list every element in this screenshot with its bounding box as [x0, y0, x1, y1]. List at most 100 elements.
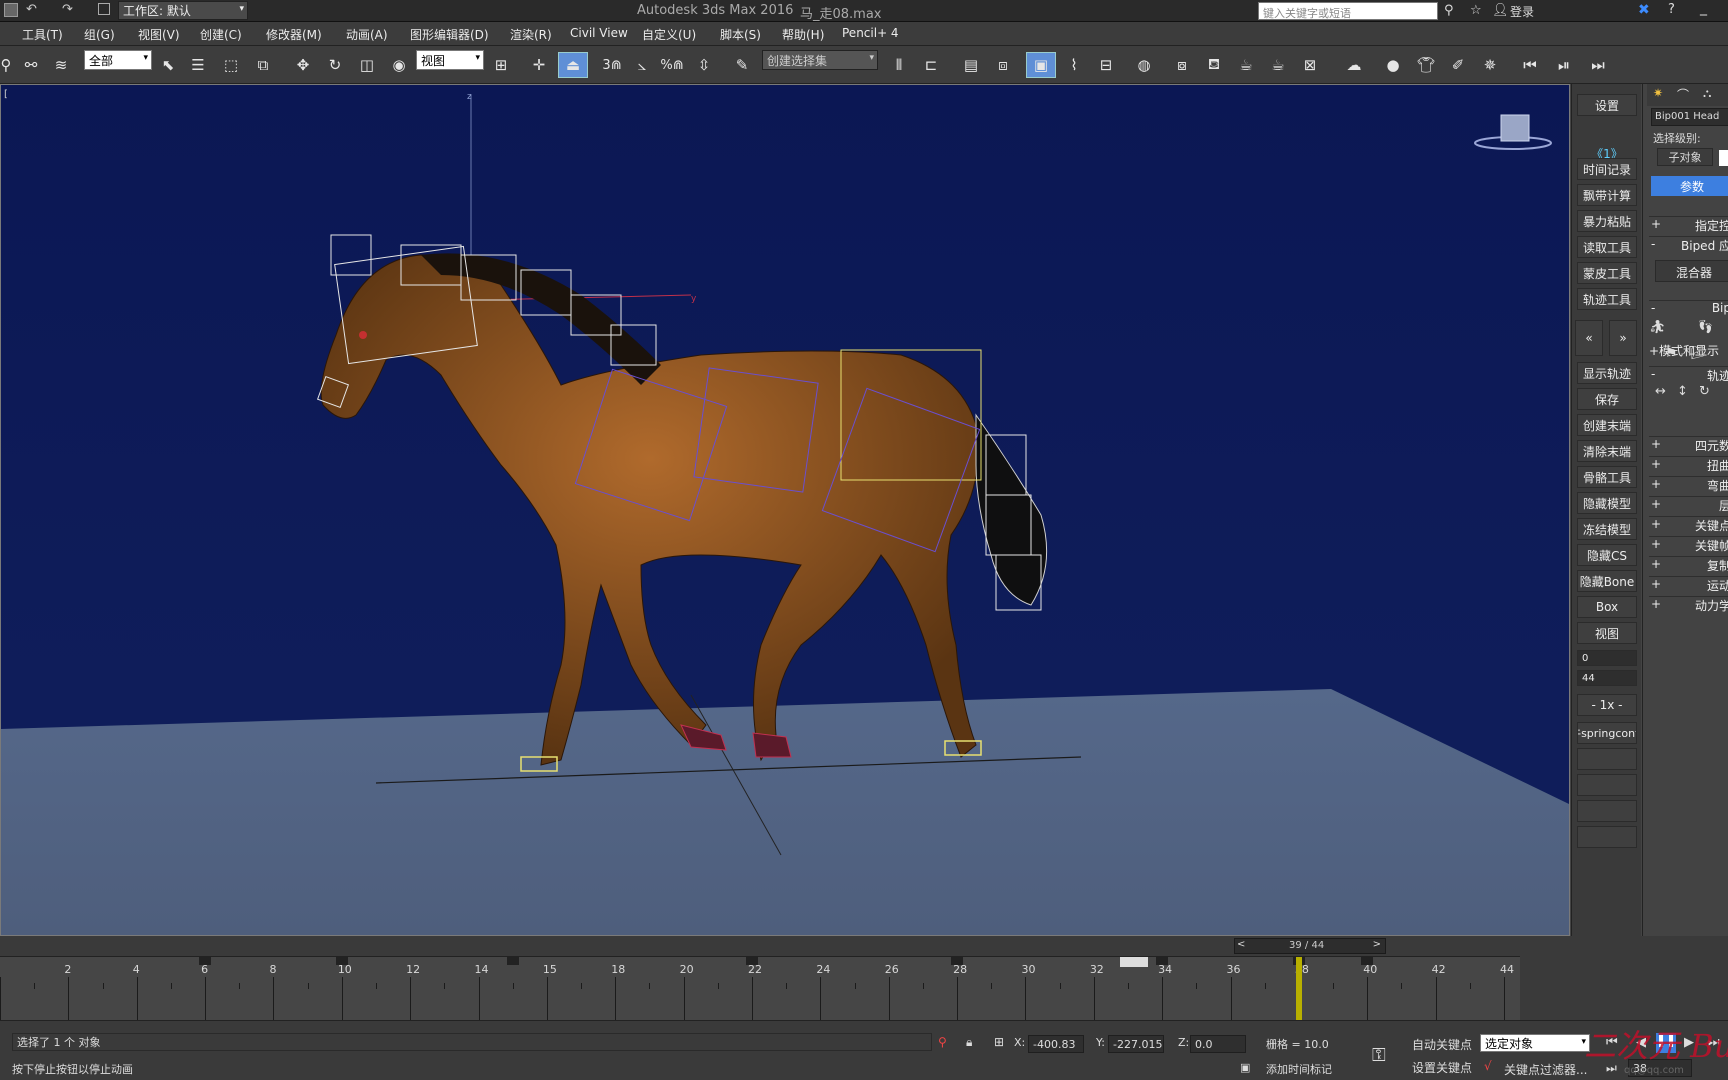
- biped-tool-button[interactable]: 蒙皮工具: [1577, 262, 1637, 284]
- edit-named-selection-icon[interactable]: ✎: [728, 52, 756, 78]
- schematic-view-icon[interactable]: ⊟: [1092, 52, 1120, 78]
- render-icon[interactable]: ☕︎: [1232, 52, 1260, 78]
- workspace-dropdown[interactable]: 工作区: 默认 ▾: [118, 1, 248, 20]
- auto-key-button[interactable]: 自动关键点: [1412, 1036, 1472, 1053]
- redo-icon[interactable]: ↷: [62, 2, 73, 17]
- rollout-row[interactable]: - Bip: [1649, 300, 1728, 316]
- set-key-icon[interactable]: ⚿: [1372, 1045, 1386, 1066]
- move-icon[interactable]: ✥: [288, 52, 318, 78]
- biped-tool-button[interactable]: 隐藏模型: [1577, 492, 1637, 514]
- biped-tool-button[interactable]: 暴力粘贴: [1577, 210, 1637, 232]
- biped-empty-slot[interactable]: [1577, 826, 1637, 848]
- biped-tool-button[interactable]: 设置: [1577, 94, 1637, 116]
- biped-tool-button[interactable]: 牛springcontr: [1577, 722, 1637, 744]
- absolute-mode-icon[interactable]: ⊞: [994, 1035, 1004, 1049]
- biped-tool-button[interactable]: 冻结模型: [1577, 518, 1637, 540]
- biped-tool-button[interactable]: 0: [1577, 650, 1637, 666]
- add-time-tag[interactable]: 添加时间标记: [1266, 1061, 1332, 1077]
- rollout-row[interactable]: + 四元数: [1649, 436, 1728, 452]
- rollout-row[interactable]: 混合器: [1655, 260, 1728, 282]
- percent-snap-icon[interactable]: % ⋒: [658, 52, 686, 78]
- menu-item[interactable]: 帮助(H): [782, 26, 824, 43]
- link-icon[interactable]: ⚯: [18, 52, 44, 78]
- menu-item[interactable]: 脚本(S): [720, 26, 761, 43]
- select-by-name-icon[interactable]: ☰: [186, 52, 210, 78]
- star-icon[interactable]: ☆: [1470, 3, 1482, 18]
- curve-editor-icon[interactable]: ⌇: [1060, 52, 1088, 78]
- keyboard-shortcut-override-icon[interactable]: ⏏: [558, 52, 588, 78]
- key-target-dropdown[interactable]: 选定对象 ▾: [1480, 1034, 1590, 1052]
- cloud-render-icon[interactable]: ☁: [1340, 52, 1368, 78]
- menu-item[interactable]: 创建(C): [200, 26, 242, 43]
- biped-tool-button[interactable]: »: [1609, 320, 1637, 356]
- biped-empty-slot[interactable]: [1577, 800, 1637, 822]
- lock-selection-icon[interactable]: 🔒︎: [966, 1035, 972, 1050]
- move-horizontal-icon[interactable]: ↔: [1655, 384, 1666, 399]
- rollout-row[interactable]: + 运动: [1649, 576, 1728, 592]
- scene-explorer-icon[interactable]: ⧈: [990, 52, 1016, 78]
- rollout-row[interactable]: + 复制: [1649, 556, 1728, 572]
- rendered-frame-icon[interactable]: ⛾: [1200, 52, 1228, 78]
- perspective-viewport[interactable]: z y [: [0, 84, 1570, 936]
- biped-tool-button[interactable]: 读取工具: [1577, 236, 1637, 258]
- biped-figure-icon[interactable]: ⛹︎: [1649, 320, 1666, 335]
- time-slider-prev-icon[interactable]: <: [1237, 939, 1245, 950]
- hierarchy-tab-icon[interactable]: ⛬: [1703, 86, 1711, 101]
- help-icon[interactable]: ?: [1668, 2, 1675, 17]
- biped-tool-button[interactable]: 创建末端: [1577, 414, 1637, 436]
- rollout-row[interactable]: - Biped 应: [1649, 236, 1728, 252]
- create-tab-icon[interactable]: ✷: [1653, 86, 1663, 100]
- rollout-row[interactable]: + 关键帧: [1649, 536, 1728, 552]
- menu-item[interactable]: 修改器(M): [266, 26, 322, 43]
- app-menu-icon[interactable]: [4, 3, 18, 17]
- y-coord-field[interactable]: -227.015: [1108, 1035, 1164, 1053]
- place-icon[interactable]: ◉: [386, 52, 412, 78]
- object-name-field[interactable]: Bip001 Head: [1651, 108, 1728, 126]
- pivot-center-icon[interactable]: ⊞: [488, 52, 514, 78]
- mirror-icon[interactable]: ⫴: [886, 52, 912, 78]
- biped-tool-button[interactable]: 保存: [1577, 388, 1637, 410]
- biped-empty-slot[interactable]: [1577, 774, 1637, 796]
- sub-object-button[interactable]: 子对象: [1657, 148, 1713, 166]
- biped-tool-button[interactable]: Box: [1577, 596, 1637, 618]
- angle-snap-icon[interactable]: ⦣: [628, 52, 656, 78]
- modify-tab-icon[interactable]: ⌒: [1677, 86, 1689, 103]
- key-marker[interactable]: [746, 957, 758, 965]
- biped-empty-slot[interactable]: [1577, 748, 1637, 770]
- particle-icon[interactable]: ✵: [1476, 52, 1504, 78]
- menu-item[interactable]: 工具(T): [22, 26, 63, 43]
- key-marker[interactable]: [1156, 957, 1169, 965]
- set-key-button[interactable]: 设置关键点: [1412, 1059, 1472, 1076]
- menu-item[interactable]: 视图(V): [138, 26, 180, 43]
- biped-tool-button[interactable]: 隐藏Bone: [1577, 570, 1637, 592]
- rectangular-selection-icon[interactable]: ⬚: [218, 52, 244, 78]
- snaps-toggle-icon[interactable]: 3 ⋒: [598, 52, 626, 78]
- undo-icon[interactable]: ↶: [26, 2, 37, 17]
- biped-tool-button[interactable]: - 1x -: [1577, 694, 1637, 716]
- ribbon-toggle-icon[interactable]: ▣: [1026, 52, 1056, 78]
- menu-item[interactable]: 动画(A): [346, 26, 388, 43]
- viewport-corner-label[interactable]: [: [4, 89, 8, 100]
- biped-tool-button[interactable]: 飘带计算: [1577, 184, 1637, 206]
- key-flag-icon[interactable]: ⚑: [1665, 346, 1677, 361]
- select-manipulate-icon[interactable]: ✛: [524, 52, 554, 78]
- key-marker[interactable]: [335, 957, 348, 965]
- sphere-icon[interactable]: ●: [1380, 52, 1406, 78]
- reference-coord-dropdown[interactable]: 视图 ▾: [416, 50, 484, 70]
- rollout-row[interactable]: - 轨迹: [1649, 366, 1728, 382]
- login-link[interactable]: 登录: [1510, 3, 1534, 20]
- rollout-row[interactable]: + 动力学: [1649, 596, 1728, 612]
- minimize-icon[interactable]: _: [1700, 0, 1707, 16]
- align-icon[interactable]: ⊏: [918, 52, 944, 78]
- menu-item[interactable]: 自定义(U): [642, 26, 696, 43]
- layer-manager-icon[interactable]: ▤: [958, 52, 984, 78]
- rotate-icon[interactable]: ↻: [322, 52, 348, 78]
- project-folder-icon[interactable]: [98, 3, 110, 15]
- rollout-row[interactable]: +层: [1649, 496, 1728, 512]
- rotate-track-icon[interactable]: ↻: [1699, 384, 1710, 399]
- time-slider-next-icon[interactable]: >: [1373, 939, 1381, 950]
- render-frame-window-icon[interactable]: ⊠: [1296, 52, 1324, 78]
- render-iterative-icon[interactable]: ☕︎: [1264, 52, 1292, 78]
- menu-item[interactable]: 组(G): [84, 26, 115, 43]
- render-setup-icon[interactable]: ⧇: [1168, 52, 1196, 78]
